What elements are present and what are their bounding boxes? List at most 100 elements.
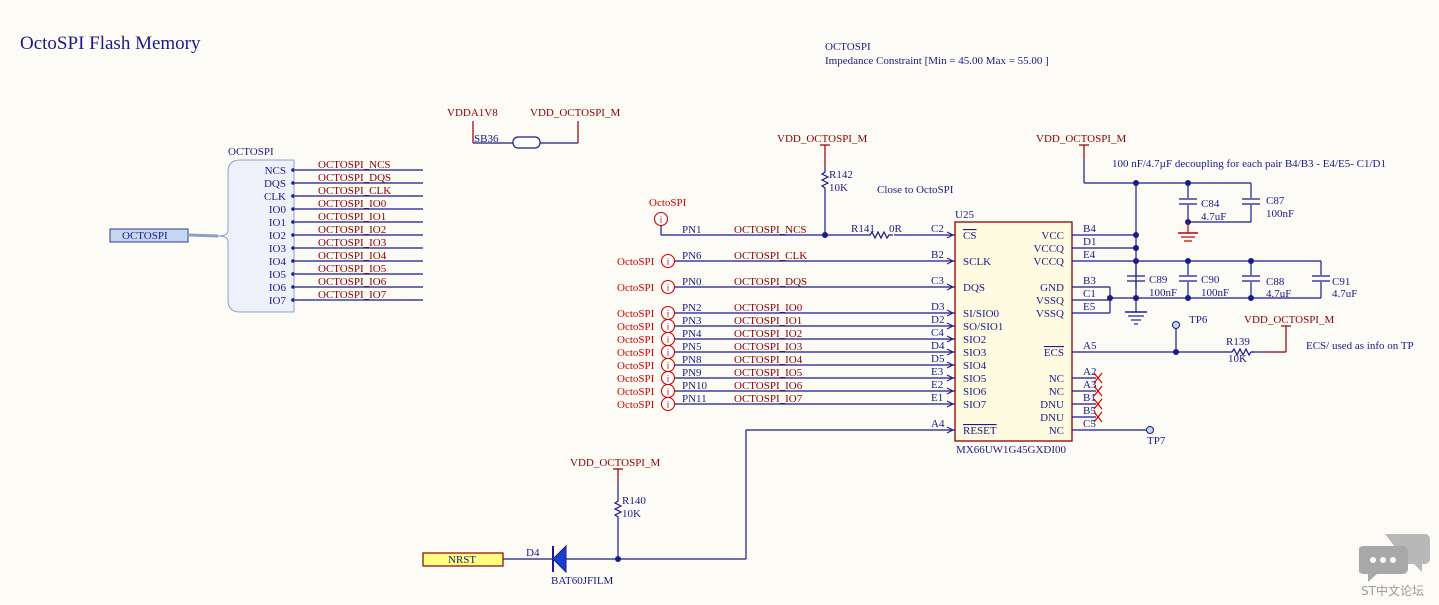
mcu-net-label: OCTOSPI_IO1 [734,315,802,327]
c91-value: 4.7uF [1332,288,1357,300]
octospi-connector[interactable]: iOctoSPI [617,383,676,399]
mcu-pin-label: PN2 [682,302,702,314]
ic-pin-number: E2 [931,379,943,391]
sb36[interactable]: VDDA1V8 VDD_OCTOSPI_M SB36 [447,107,620,149]
octospi-port[interactable]: OCTOSPI [109,228,219,243]
vdd-label-r142: VDD_OCTOSPI_M [777,133,867,145]
harness-pin-label: IO7 [269,295,287,307]
connector-label: OctoSPI [617,308,655,320]
harness-net-label: OCTOSPI_IO0 [318,198,387,210]
ic-pin-number: D4 [931,340,945,352]
ic-pin-number: E3 [931,366,944,378]
mcu-net-label: OCTOSPI_IO2 [734,328,802,340]
octospi-harness: OCTOSPI NCS OCTOSPI_NCS DQS OCTOSPI_DQS CLK O… [217,146,423,313]
junction-dot [1248,295,1254,301]
r139-ref: R139 [1226,336,1250,348]
ic-pin-name: SIO5 [963,373,987,385]
ic-pin-number: C2 [931,223,944,235]
octospi-connector[interactable]: iOctoSPI [617,370,676,386]
connector-label: OctoSPI [617,321,655,333]
harness-pin-label: CLK [264,191,286,203]
junction-dot [1133,180,1139,186]
harness-net-label: OCTOSPI_IO7 [318,289,387,301]
octospi-connector[interactable]: iOctoSPI [649,197,687,227]
harness-pin-dot [291,298,295,302]
u25-chip[interactable]: U25 MX66UW1G45GXDI00 C2 CS B2 SCLK C3 DQS D3 SI… [931,209,1136,456]
watermark: ST中文论坛 [1359,530,1431,599]
ic-pin-name: DQS [963,282,985,294]
octospi-connector[interactable]: iOctoSPI [617,305,676,321]
ic-pin-name: NC [1049,386,1064,398]
connector-label: OctoSPI [649,197,687,209]
harness-pin-dot [291,246,295,250]
ic-pin-number: A3 [1083,379,1097,391]
r140-ref: R140 [622,495,646,507]
ic-pin-number: E4 [1083,249,1096,261]
test-point-icon[interactable] [1172,321,1180,329]
tp6-label: TP6 [1189,314,1208,326]
harness-label: OCTOSPI [228,146,274,158]
mcu-net-label: OCTOSPI_IO7 [734,393,803,405]
mcu-pin-label: PN5 [682,341,702,353]
octospi-connector[interactable]: iOctoSPI [617,357,676,373]
harness-pin-label: IO0 [269,204,287,216]
harness-pin-dot [291,181,295,185]
octospi-connector[interactable]: iOctoSPI [617,279,676,295]
r141[interactable]: R141 0R [851,223,903,240]
harness-pin-label: IO1 [269,217,286,229]
schematic-canvas: OctoSPI Flash Memory OCTOSPI Impedance C… [20,33,1414,587]
harness-pin-dot [291,207,295,211]
ic-pin-number: D3 [931,301,945,313]
connector-label: OctoSPI [617,282,655,294]
ic-pin-name: SCLK [963,256,991,268]
ic-pin-name: SIO2 [963,334,986,346]
mcu-net-label: OCTOSPI_IO3 [734,341,803,353]
mcu-pin-label: PN11 [682,393,707,405]
nrst-label: NRST [448,554,476,566]
mcu-pin-label: PN6 [682,250,702,262]
ic-pin-number: C1 [1083,288,1096,300]
mcu-pin-label: PN4 [682,328,702,340]
c87-ref: C87 [1266,195,1285,207]
ic-pin-name: DNU [1040,399,1064,411]
nrst-port[interactable]: NRST [422,552,504,567]
connector-label: OctoSPI [617,373,655,385]
ic-pin-name: NC [1049,425,1064,437]
mcu-net-label: OCTOSPI_IO4 [734,354,803,366]
ic-pin-number: D2 [931,314,944,326]
diode-icon[interactable] [552,544,567,574]
octospi-connector[interactable]: iOctoSPI [617,344,676,360]
octospi-connector[interactable]: iOctoSPI [617,331,676,347]
ic-pin-number: D5 [931,353,945,365]
ic-pin-name: SO/SIO1 [963,321,1003,333]
octospi-connector[interactable]: iOctoSPI [617,396,676,412]
c88-ref: C88 [1266,276,1285,288]
junction-dot [1173,349,1179,355]
harness-net-label: OCTOSPI_IO6 [318,276,387,288]
c89-ref: C89 [1149,274,1168,286]
harness-pin-dot [291,272,295,276]
ic-pin-number: A2 [1083,366,1096,378]
decoupling-note: 100 nF/4.7µF decoupling for each pair B4… [1112,158,1386,170]
test-point-icon[interactable] [1146,426,1154,434]
junction-dot [1133,245,1139,251]
ic-pin-name: GND [1040,282,1064,294]
connector-label: OctoSPI [617,334,655,346]
mcu-pin-label: PN10 [682,380,708,392]
harness-pin-dot [291,285,295,289]
ic-pin-name: VCC [1041,230,1064,242]
harness-pin-label: IO6 [269,282,287,294]
junction-dot [1133,232,1139,238]
harness-net-label: OCTOSPI_IO3 [318,237,387,249]
ic-pin-name: SIO4 [963,360,987,372]
harness-net-label: OCTOSPI_IO5 [318,263,387,275]
octospi-connector[interactable]: iOctoSPI [617,318,676,334]
ic-pin-number: B3 [1083,275,1096,287]
r139-value: 10K [1228,353,1247,365]
octospi-connector[interactable]: iOctoSPI [617,253,676,269]
impedance-constraint: Impedance Constraint [Min = 45.00 Max = … [825,55,1049,67]
harness-net-label: OCTOSPI_IO2 [318,224,386,236]
u25-part: MX66UW1G45GXDI00 [956,444,1066,456]
d4-ref: D4 [526,547,540,559]
watermark-text: ST中文论坛 [1361,584,1424,598]
